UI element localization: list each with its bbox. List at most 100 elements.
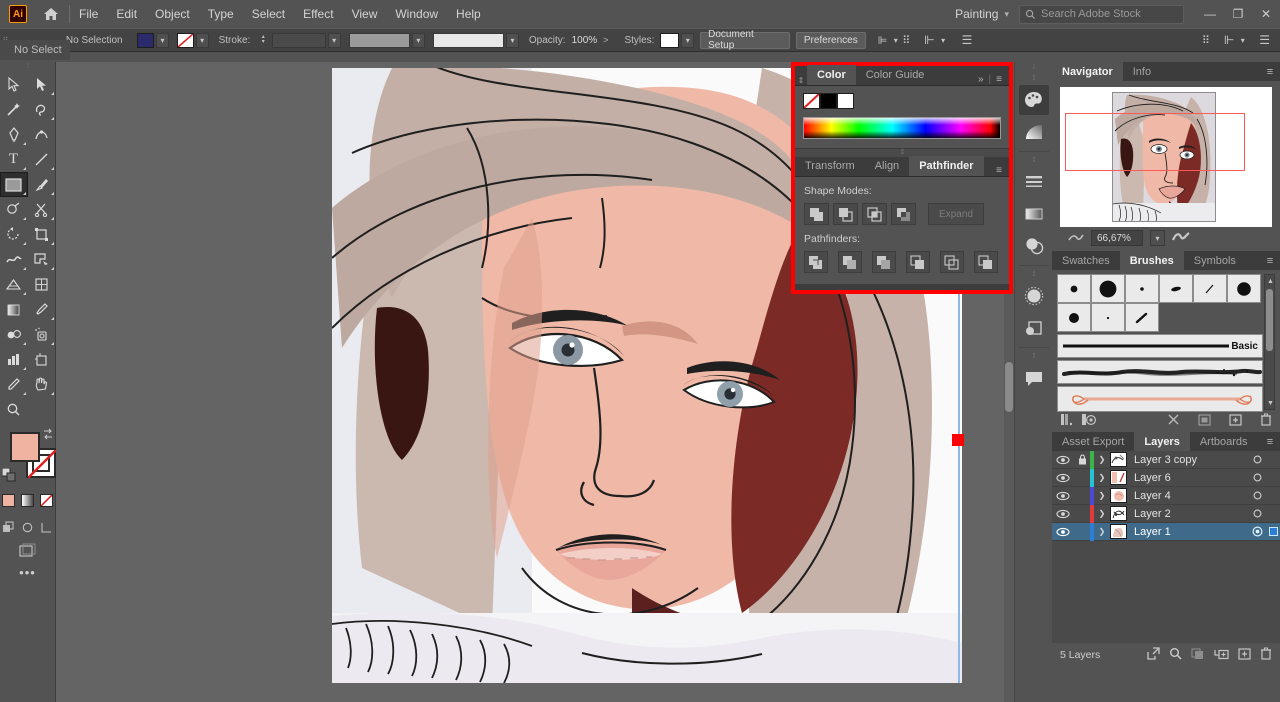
- stroke-profile-chevron-icon[interactable]: ▾: [411, 32, 425, 48]
- brush-definition-field[interactable]: [432, 32, 505, 48]
- layer-visibility-toggle[interactable]: [1052, 527, 1074, 537]
- menu-object[interactable]: Object: [146, 3, 199, 25]
- scroll-down-icon[interactable]: ▼: [1266, 398, 1275, 408]
- brush-item[interactable]: [1057, 274, 1091, 303]
- layer-target-indicator[interactable]: [1248, 509, 1266, 518]
- zoom-in-icon[interactable]: [1171, 231, 1190, 245]
- white-swatch[interactable]: [837, 93, 854, 109]
- minus-back-button[interactable]: [974, 251, 998, 273]
- layer-expand-arrow[interactable]: ❯: [1094, 527, 1110, 536]
- layer-expand-arrow[interactable]: ❯: [1094, 473, 1110, 482]
- make-clipping-mask-icon[interactable]: [1191, 647, 1205, 663]
- pathfinder-panel-menu-icon[interactable]: ≡: [996, 165, 1002, 176]
- stroke-chevron-icon[interactable]: ▾: [195, 32, 209, 48]
- line-segment-tool[interactable]: [28, 147, 56, 172]
- dock-group-grip-1[interactable]: ⦙⦙⦙: [1015, 73, 1053, 84]
- free-transform-tool[interactable]: [28, 222, 56, 247]
- brush-item[interactable]: [1125, 274, 1159, 303]
- layers-panel-menu-icon[interactable]: ≡: [1260, 432, 1280, 451]
- align-objects-icon[interactable]: ⊩: [924, 33, 934, 47]
- stroke-icon[interactable]: [1019, 167, 1049, 197]
- layer-target-indicator[interactable]: [1248, 526, 1266, 537]
- brush-stroke-charcoal[interactable]: [1057, 360, 1263, 384]
- styles-chevron-icon[interactable]: ▾: [681, 32, 695, 48]
- rectangle-tool[interactable]: [0, 172, 28, 197]
- screen-mode-button[interactable]: [0, 538, 56, 562]
- brush-item[interactable]: [1159, 274, 1193, 303]
- layer-target-indicator[interactable]: [1248, 473, 1266, 482]
- intersect-button[interactable]: [862, 203, 887, 225]
- draw-behind-icon[interactable]: [21, 520, 35, 534]
- brush-item[interactable]: [1227, 274, 1261, 303]
- direct-selection-tool[interactable]: [28, 72, 56, 97]
- draw-normal-icon[interactable]: [2, 520, 16, 534]
- none-swatch[interactable]: [803, 93, 820, 109]
- gradient-panel-icon[interactable]: [1019, 199, 1049, 229]
- graphic-style-swatch[interactable]: [660, 32, 680, 48]
- panel-list-icon[interactable]: ☰: [962, 33, 973, 47]
- create-new-layer-icon[interactable]: [1238, 647, 1251, 663]
- table-row[interactable]: ❯ Layer 6: [1052, 468, 1280, 487]
- slice-tool[interactable]: [0, 372, 28, 397]
- layer-name[interactable]: Layer 2: [1127, 508, 1248, 520]
- libraries-icon[interactable]: [1081, 413, 1097, 429]
- minus-front-button[interactable]: [833, 203, 858, 225]
- scroll-up-icon[interactable]: ▲: [1266, 276, 1275, 286]
- zoom-chevron-icon[interactable]: ▾: [1150, 230, 1165, 246]
- layer-expand-arrow[interactable]: ❯: [1094, 509, 1110, 518]
- brushes-scrollbar[interactable]: ▲ ▼: [1264, 274, 1275, 410]
- tab-asset-export[interactable]: Asset Export: [1052, 432, 1134, 451]
- brush-stroke-basic[interactable]: Basic: [1057, 334, 1263, 358]
- dock-grip[interactable]: ⦙⦙: [1015, 62, 1053, 73]
- tab-navigator[interactable]: Navigator: [1052, 62, 1123, 81]
- tab-transform[interactable]: Transform: [795, 156, 865, 176]
- navigator-thumbnail[interactable]: [1060, 87, 1272, 227]
- tab-pathfinder[interactable]: Pathfinder: [909, 156, 984, 176]
- layer-expand-arrow[interactable]: ❯: [1094, 491, 1110, 500]
- fill-swatch[interactable]: [137, 32, 155, 48]
- zoom-out-icon[interactable]: [1068, 232, 1084, 245]
- layer-lock-toggle[interactable]: [1074, 454, 1090, 465]
- hand-tool[interactable]: [28, 372, 56, 397]
- menu-view[interactable]: View: [343, 3, 387, 25]
- brush-item[interactable]: [1057, 303, 1091, 332]
- collapse-icon[interactable]: »: [978, 74, 984, 85]
- selection-tool[interactable]: [0, 72, 28, 97]
- arrange-documents-icon[interactable]: ⠿: [1202, 34, 1210, 47]
- toolbar-grip[interactable]: ⦙⦙: [0, 62, 56, 72]
- layer-target-indicator[interactable]: [1248, 455, 1266, 464]
- perspective-grid-tool[interactable]: [0, 272, 28, 297]
- gradient-icon[interactable]: [1019, 117, 1049, 147]
- tab-brushes[interactable]: Brushes: [1119, 251, 1184, 270]
- arrange-chevron-icon[interactable]: ▾: [937, 33, 950, 48]
- crop-button[interactable]: [906, 251, 930, 273]
- delete-selection-icon[interactable]: [1260, 647, 1272, 663]
- stroke-swatch[interactable]: [176, 32, 194, 48]
- color-panel-drag-handle[interactable]: ⇕: [795, 76, 807, 85]
- brushes-scroll-thumb[interactable]: [1266, 289, 1273, 351]
- artboard-tool[interactable]: [28, 347, 56, 372]
- tab-artboards[interactable]: Artboards: [1190, 432, 1258, 451]
- dock-group-grip-2[interactable]: ⦙⦙⦙: [1015, 155, 1053, 166]
- tab-align[interactable]: Align: [865, 156, 909, 176]
- pathfinder-icon[interactable]: [1019, 313, 1049, 343]
- color-panel-menu-icon[interactable]: ≡: [996, 74, 1002, 85]
- brush-item[interactable]: [1091, 303, 1125, 332]
- divide-button[interactable]: [804, 251, 828, 273]
- layer-name[interactable]: Layer 4: [1127, 490, 1248, 502]
- remove-brush-stroke-icon[interactable]: [1167, 413, 1180, 429]
- table-row[interactable]: ❯ Layer 1: [1052, 522, 1280, 541]
- create-new-sublayer-icon[interactable]: [1214, 648, 1229, 663]
- curvature-tool[interactable]: [28, 122, 56, 147]
- edit-toolbar-button[interactable]: •••: [0, 562, 56, 582]
- minimize-button[interactable]: —: [1196, 0, 1224, 28]
- zoom-level-field[interactable]: 66,67%: [1091, 230, 1143, 246]
- color-palette-icon[interactable]: [1018, 85, 1049, 115]
- width-tool[interactable]: [0, 247, 28, 272]
- layer-name[interactable]: Layer 3 copy: [1127, 454, 1248, 466]
- tab-color[interactable]: Color: [807, 65, 856, 85]
- none-mode-button[interactable]: [40, 494, 53, 507]
- new-brush-icon[interactable]: [1229, 413, 1242, 429]
- workspace-list-icon[interactable]: ☰: [1259, 33, 1270, 47]
- layer-visibility-toggle[interactable]: [1052, 491, 1074, 501]
